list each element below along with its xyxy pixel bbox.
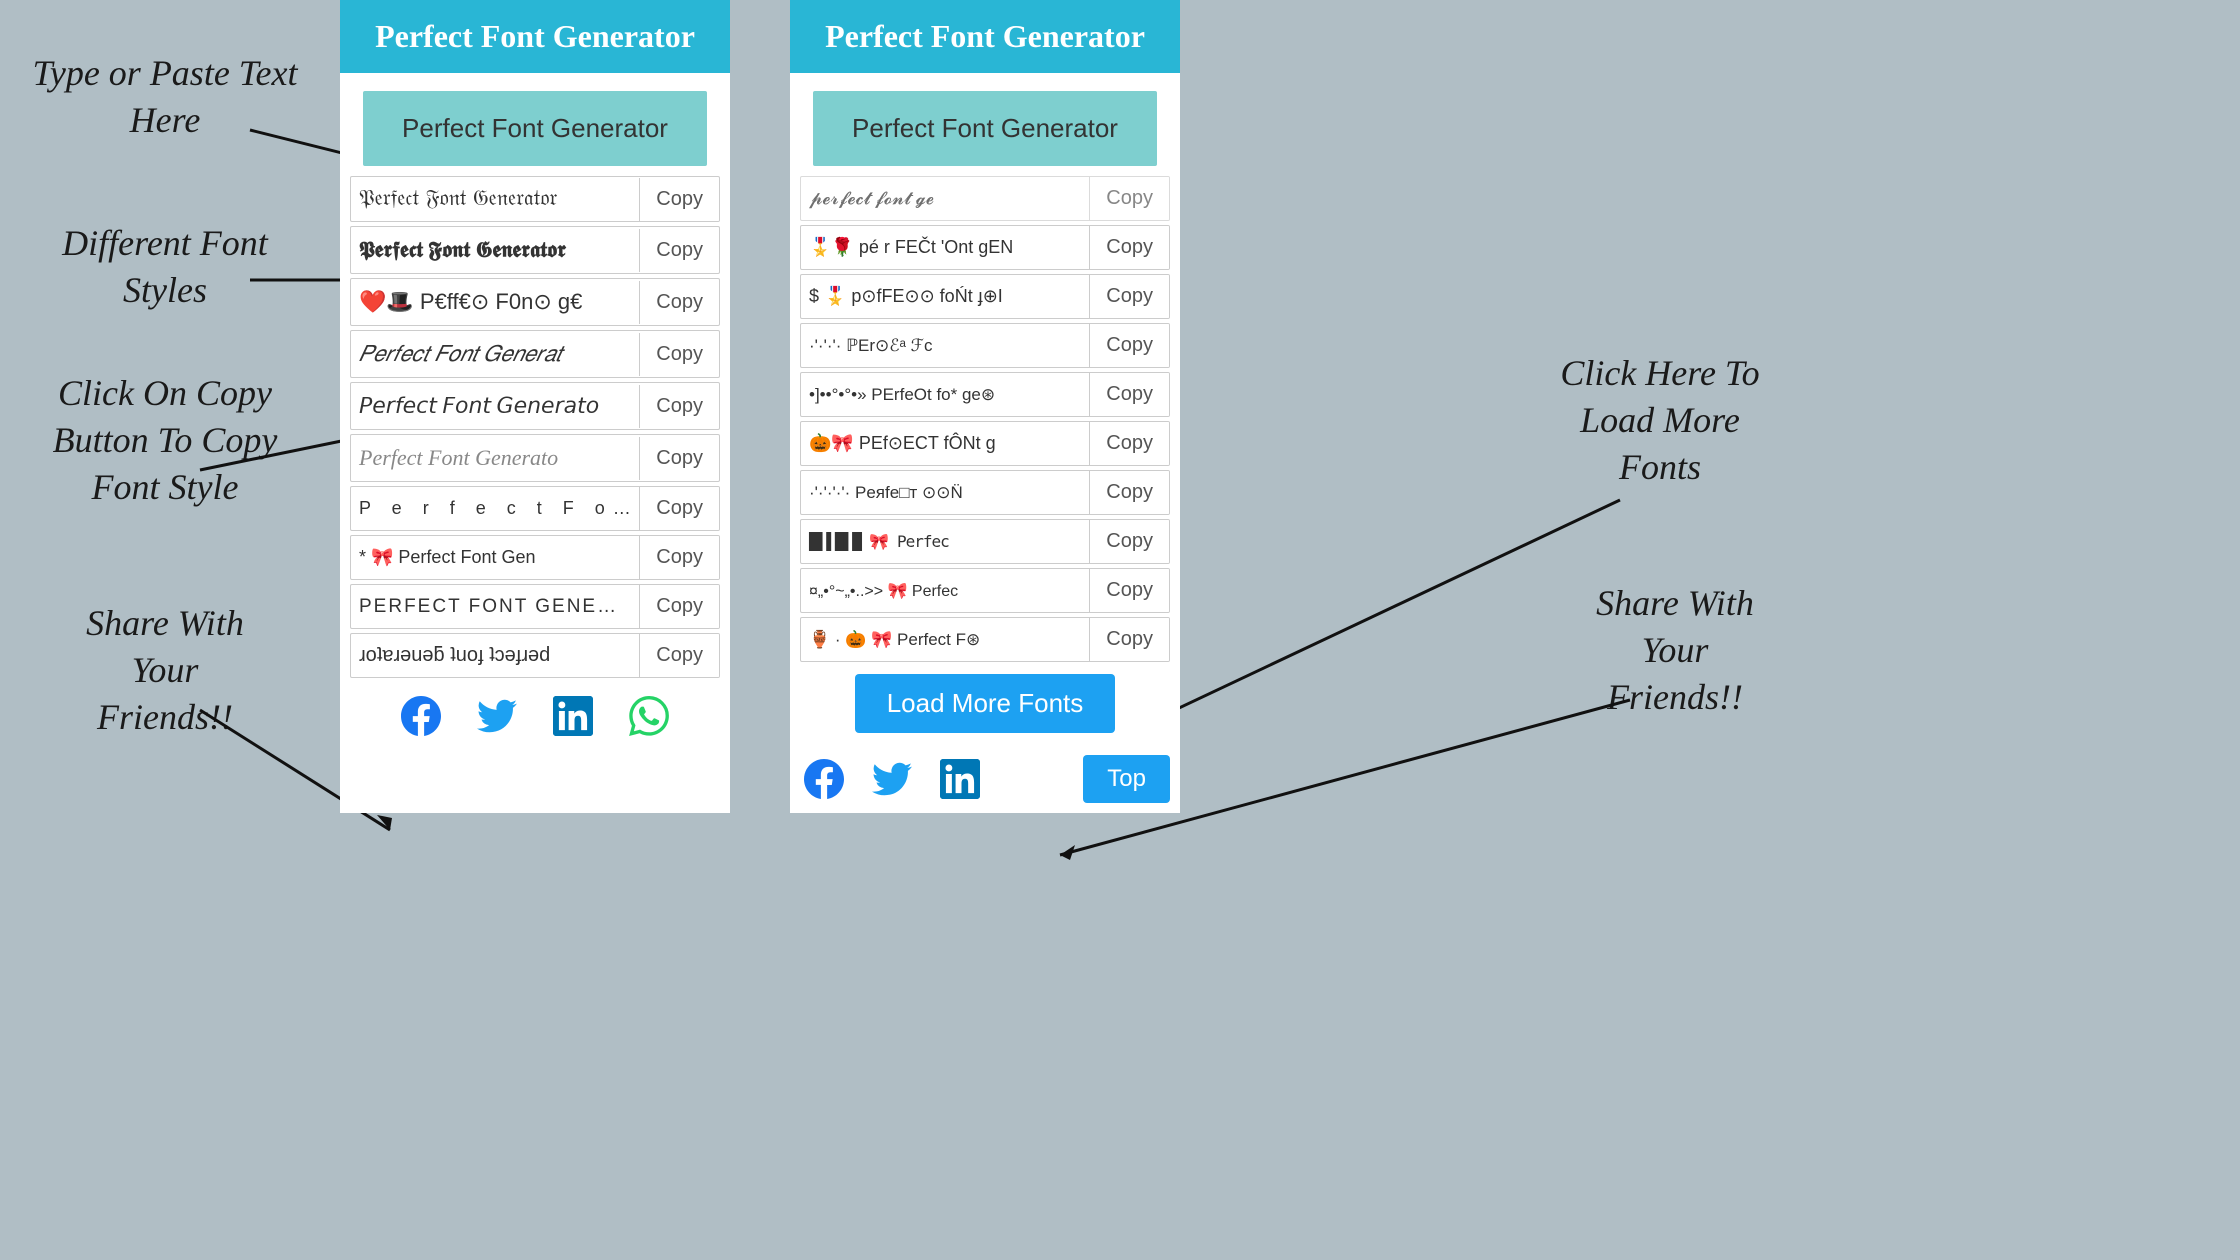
copy-button[interactable]: Copy <box>1089 569 1169 612</box>
font-preview: ɹoʇɐɹǝuǝƃ ʇuoɟ ʇɔǝɟɹǝd <box>351 634 639 677</box>
copy-button[interactable]: Copy <box>639 487 719 530</box>
copy-button[interactable]: Copy <box>639 585 719 628</box>
font-preview: 𝕻𝖊𝖗𝖋𝖊𝖈𝖙 𝕱𝖔𝖓𝖙 𝕲𝖊𝖓𝖊𝖗𝖆𝖙𝖔𝖗 <box>351 227 639 273</box>
copy-button[interactable]: Copy <box>639 281 719 324</box>
table-row: ¤„•°~„•..>> 🎀 Perfec Copy <box>800 568 1170 613</box>
table-row: 𝑃𝑒𝑟𝑓𝑒𝑐𝑡 𝐹𝑜𝑛𝑡 𝐺𝑒𝑛𝑒𝑟𝑎𝑡 Copy <box>350 330 720 378</box>
copy-button[interactable]: Copy <box>639 536 719 579</box>
font-preview: 𝓹𝓮𝓻𝓯𝓮𝓬𝓽 𝓯𝓸𝓷𝓽 𝓰𝓮 <box>801 178 1089 219</box>
font-preview: ·'·'·'·'· Pеяfe□т ⊙⊙N̈ <box>801 473 1089 513</box>
font-preview: 🏺 · 🎃 🎀 Perfect F⊛ <box>801 620 1089 660</box>
annotation-click-load: Click Here ToLoad MoreFonts <box>1520 350 1800 490</box>
copy-button[interactable]: Copy <box>1089 618 1169 661</box>
font-preview: ·'·'·'· ℙEr⊙ℰᵃ ℱc <box>801 326 1089 366</box>
twitter-icon[interactable] <box>473 692 521 740</box>
font-preview: $ 🎖️ p⊙fFE⊙⊙ foŃt ɟ⊕I <box>801 276 1089 317</box>
panel1-header: Perfect Font Generator <box>340 0 730 73</box>
copy-button[interactable]: Copy <box>639 385 719 428</box>
table-row: PERFECT FONT GENERATOR Copy <box>350 584 720 629</box>
copy-button[interactable]: Copy <box>639 333 719 376</box>
table-row: ·'·'·'· ℙEr⊙ℰᵃ ℱc Copy <box>800 323 1170 368</box>
copy-button[interactable]: Copy <box>639 437 719 480</box>
table-row: Perfect Font Generato Copy <box>350 434 720 482</box>
font-preview: 𝑃𝑒𝑟𝑓𝑒𝑐𝑡 𝐹𝑜𝑛𝑡 𝐺𝑒𝑛𝑒𝑟𝑎𝑡 <box>351 331 639 377</box>
font-preview: * 🎀 Perfect Font Gen <box>351 537 639 578</box>
table-row: * 🎀 Perfect Font Gen Copy <box>350 535 720 580</box>
panel1-text-input[interactable] <box>363 91 706 166</box>
table-row: •]••°•°•» PErfeOt fo* ge⊛ Copy <box>800 372 1170 417</box>
copy-button[interactable]: Copy <box>1089 177 1169 220</box>
panel2-header: Perfect Font Generator <box>790 0 1180 73</box>
twitter-icon-2[interactable] <box>868 755 916 803</box>
panel1-font-list: 𝔓𝔢𝔯𝔣𝔢𝔠𝔱 𝔉𝔬𝔫𝔱 𝔊𝔢𝔫𝔢𝔯𝔞𝔱𝔬𝔯 Copy 𝕻𝖊𝖗𝖋𝖊𝖈𝖙 𝕱𝖔𝖓𝖙… <box>340 176 730 678</box>
font-preview: 𝘗𝘦𝘳𝘧𝘦𝘤𝘵 𝘍𝘰𝘯𝘵 𝘎𝘦𝘯𝘦𝘳𝘢𝘵𝘰 <box>351 383 639 429</box>
table-row: 𝘗𝘦𝘳𝘧𝘦𝘤𝘵 𝘍𝘰𝘯𝘵 𝘎𝘦𝘯𝘦𝘳𝘢𝘵𝘰 Copy <box>350 382 720 430</box>
copy-button[interactable]: Copy <box>1089 520 1169 563</box>
panel-2: Perfect Font Generator 𝓹𝓮𝓻𝓯𝓮𝓬𝓽 𝓯𝓸𝓷𝓽 𝓰𝓮 C… <box>790 0 1180 813</box>
panel1-social-bar <box>340 678 730 748</box>
panel2-font-list: 𝓹𝓮𝓻𝓯𝓮𝓬𝓽 𝓯𝓸𝓷𝓽 𝓰𝓮 Copy 🎖️🌹 pé r FEČt 'Ont … <box>790 176 1180 662</box>
copy-button[interactable]: Copy <box>1089 275 1169 318</box>
facebook-icon-2[interactable] <box>800 755 848 803</box>
table-row: 𝔓𝔢𝔯𝔣𝔢𝔠𝔱 𝔉𝔬𝔫𝔱 𝔊𝔢𝔫𝔢𝔯𝔞𝔱𝔬𝔯 Copy <box>350 176 720 222</box>
table-row: █▌▌█▌█ 🎀 Perfec Copy <box>800 519 1170 564</box>
font-preview: 🎖️🌹 pé r FEČt 'Ont gEN <box>801 227 1089 268</box>
font-preview: 𝔓𝔢𝔯𝔣𝔢𝔠𝔱 𝔉𝔬𝔫𝔱 𝔊𝔢𝔫𝔢𝔯𝔞𝔱𝔬𝔯 <box>351 177 639 221</box>
panel2-social-bar <box>800 755 984 803</box>
table-row: 𝓹𝓮𝓻𝓯𝓮𝓬𝓽 𝓯𝓸𝓷𝓽 𝓰𝓮 Copy <box>800 176 1170 221</box>
copy-button[interactable]: Copy <box>639 634 719 677</box>
table-row: $ 🎖️ p⊙fFE⊙⊙ foŃt ɟ⊕I Copy <box>800 274 1170 319</box>
annotation-share-left: Share WithYourFriends!! <box>30 600 300 740</box>
annotation-type-paste: Type or Paste Text Here <box>30 50 300 144</box>
font-preview: ¤„•°~„•..>> 🎀 Perfec <box>801 571 1089 611</box>
whatsapp-icon[interactable] <box>625 692 673 740</box>
copy-button[interactable]: Copy <box>1089 373 1169 416</box>
panel2-text-input[interactable] <box>813 91 1156 166</box>
annotation-share-right: Share WithYourFriends!! <box>1540 580 1810 720</box>
table-row: 🎃🎀 PEf⊙ECT fÔNt g Copy <box>800 421 1170 466</box>
table-row: 𝕻𝖊𝖗𝖋𝖊𝖈𝖙 𝕱𝖔𝖓𝖙 𝕲𝖊𝖓𝖊𝖗𝖆𝖙𝖔𝖗 Copy <box>350 226 720 274</box>
panels-container: Perfect Font Generator 𝔓𝔢𝔯𝔣𝔢𝔠𝔱 𝔉𝔬𝔫𝔱 𝔊𝔢𝔫𝔢… <box>310 0 1210 813</box>
font-preview: Perfect Font Generato <box>351 435 639 481</box>
copy-button[interactable]: Copy <box>1089 324 1169 367</box>
annotation-click-copy: Click On CopyButton To CopyFont Style <box>20 370 310 510</box>
table-row: 🎖️🌹 pé r FEČt 'Ont gEN Copy <box>800 225 1170 270</box>
linkedin-icon[interactable] <box>549 692 597 740</box>
copy-button[interactable]: Copy <box>639 178 719 221</box>
top-button[interactable]: Top <box>1083 755 1170 803</box>
font-preview: •]••°•°•» PErfeOt fo* ge⊛ <box>801 375 1089 415</box>
copy-button[interactable]: Copy <box>1089 471 1169 514</box>
font-preview: PERFECT FONT GENERATOR <box>351 586 639 628</box>
copy-button[interactable]: Copy <box>639 229 719 272</box>
table-row: ɹoʇɐɹǝuǝƃ ʇuoɟ ʇɔǝɟɹǝd Copy <box>350 633 720 678</box>
font-preview: P e r f e c t F o n t <box>351 488 639 529</box>
panel2-bottom-bar: Top <box>790 745 1180 813</box>
table-row: ·'·'·'·'· Pеяfe□т ⊙⊙N̈ Copy <box>800 470 1170 515</box>
table-row: ❤️🎩 P€ff€⊙ F0n⊙ g€ Copy <box>350 278 720 326</box>
copy-button[interactable]: Copy <box>1089 226 1169 269</box>
font-preview: █▌▌█▌█ 🎀 Perfec <box>801 522 1089 561</box>
load-more-button[interactable]: Load More Fonts <box>855 674 1116 733</box>
linkedin-icon-2[interactable] <box>936 755 984 803</box>
table-row: P e r f e c t F o n t Copy <box>350 486 720 531</box>
table-row: 🏺 · 🎃 🎀 Perfect F⊛ Copy <box>800 617 1170 662</box>
facebook-icon[interactable] <box>397 692 445 740</box>
panel-1: Perfect Font Generator 𝔓𝔢𝔯𝔣𝔢𝔠𝔱 𝔉𝔬𝔫𝔱 𝔊𝔢𝔫𝔢… <box>340 0 730 813</box>
copy-button[interactable]: Copy <box>1089 422 1169 465</box>
annotation-different-fonts: Different FontStyles <box>30 220 300 314</box>
font-preview: ❤️🎩 P€ff€⊙ F0n⊙ g€ <box>351 279 639 325</box>
font-preview: 🎃🎀 PEf⊙ECT fÔNt g <box>801 423 1089 464</box>
